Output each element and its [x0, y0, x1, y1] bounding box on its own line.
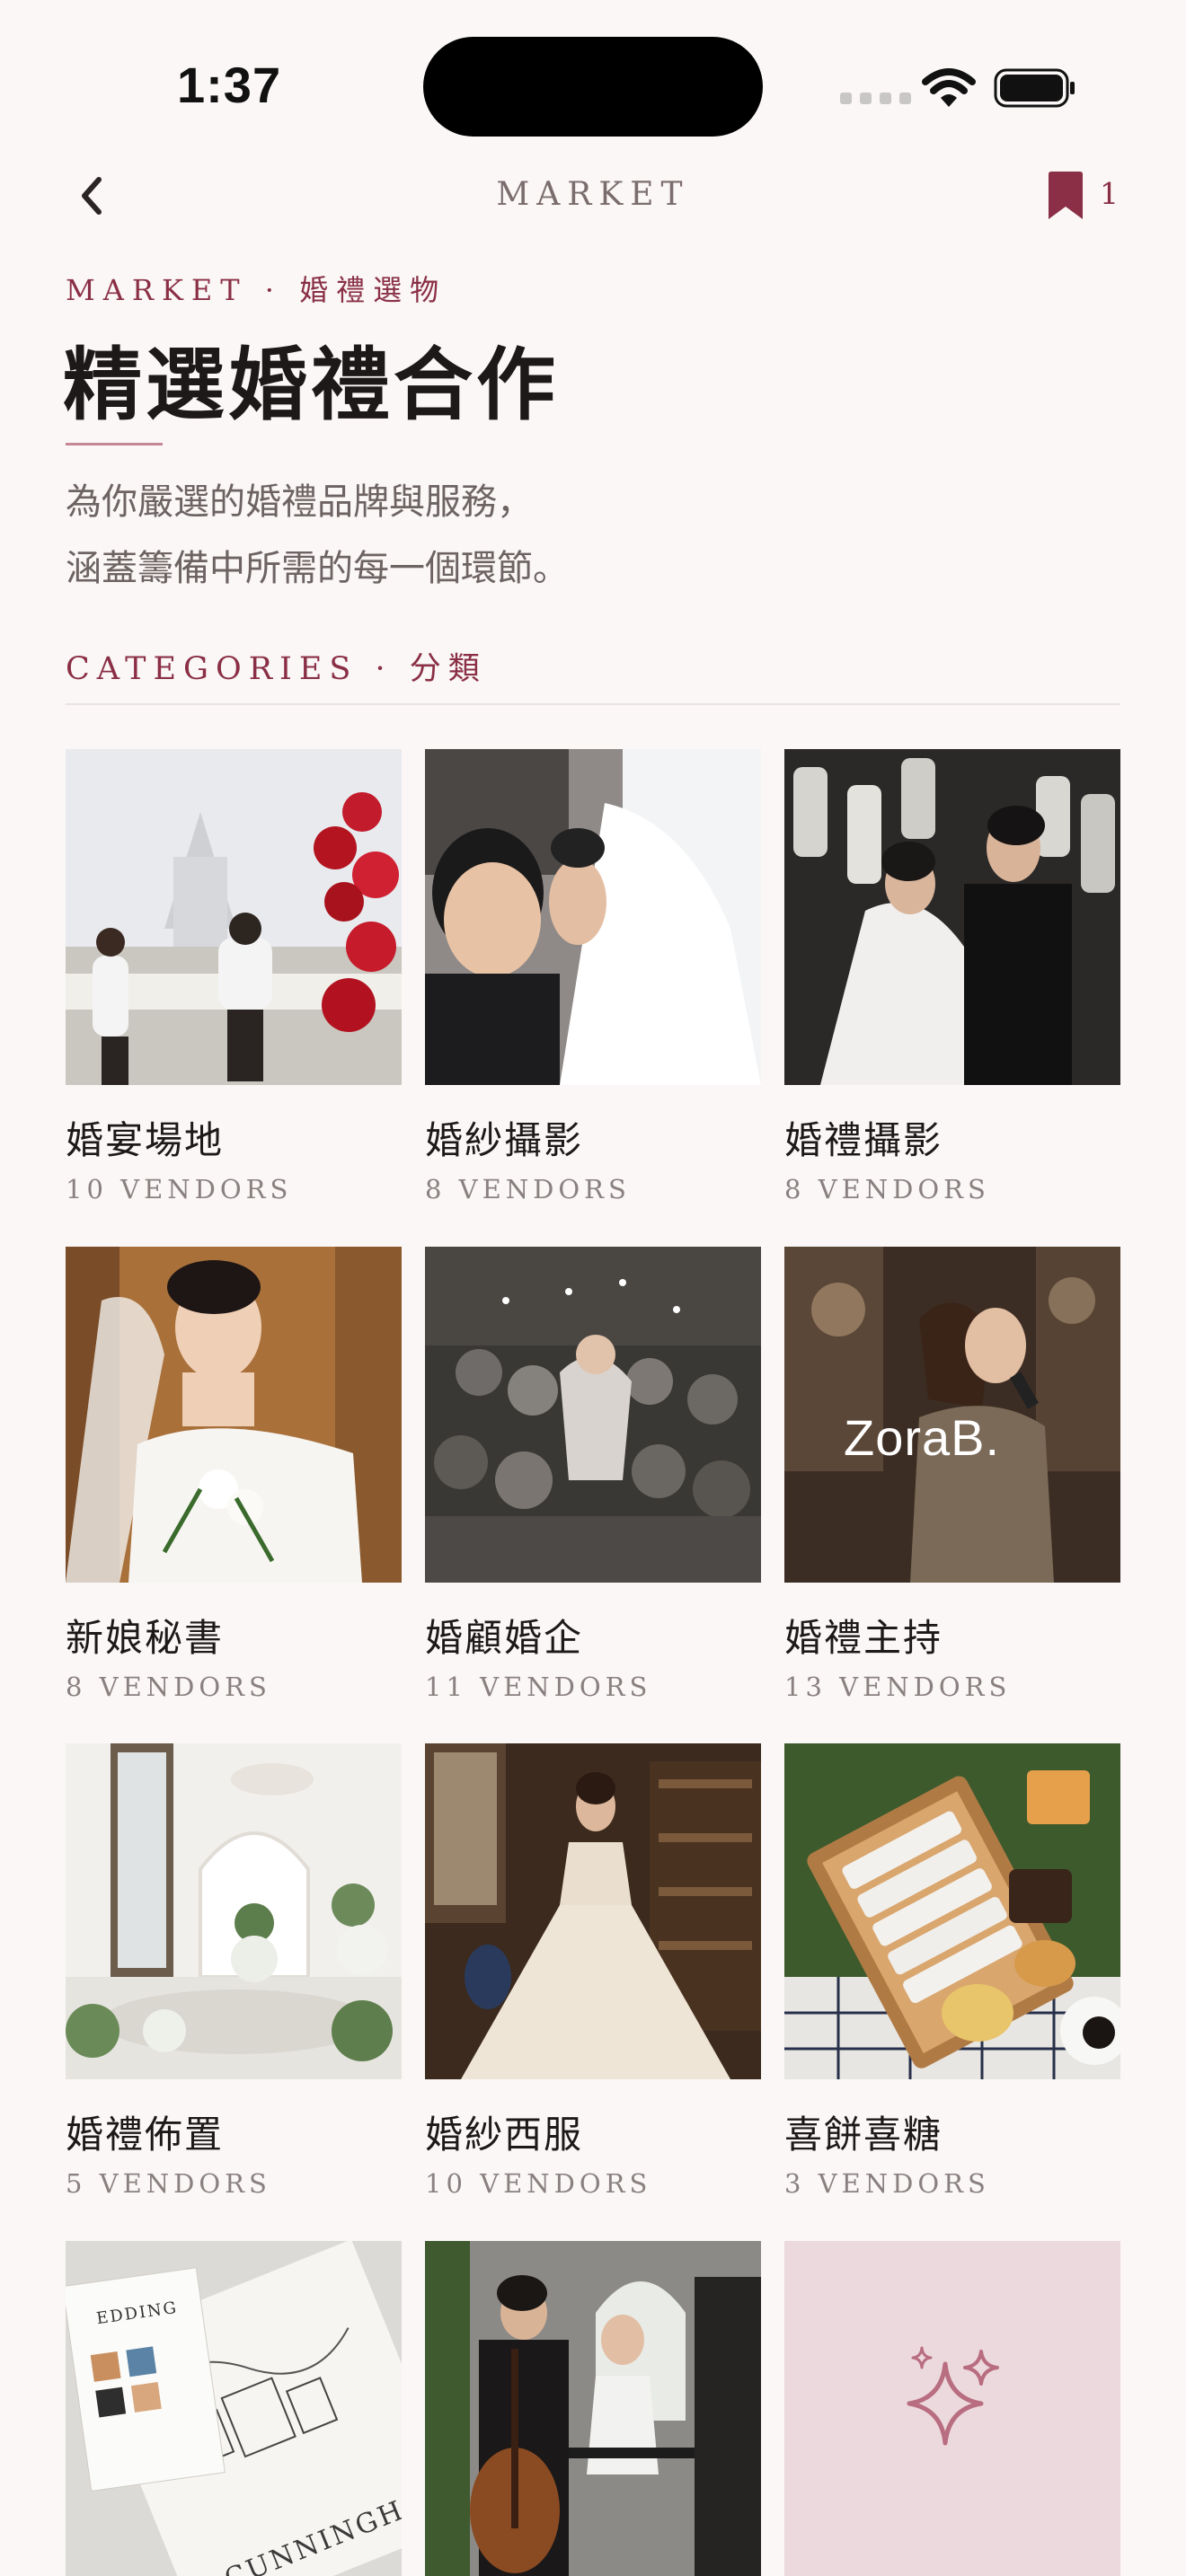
gowns-suits-photo: [425, 1743, 761, 2079]
vendor-count: 8 VENDORS: [784, 1174, 990, 1204]
intro-text: 為你嚴選的婚禮品牌與服務， 涵蓋籌備中所需的每一個環節。: [66, 469, 569, 602]
page-title: 精選婚禮合作: [63, 338, 560, 431]
banquet-venue-photo: [66, 749, 402, 1085]
eyebrow-label: MARKET · 婚禮選物: [66, 273, 447, 307]
dynamic-island: [423, 37, 763, 137]
vendor-count: 8 VENDORS: [66, 1672, 271, 1702]
vendor-count: 13 VENDORS: [784, 1672, 1012, 1702]
wedding-host-photo: ZoraB.: [784, 1247, 1120, 1583]
category-name: 喜餅喜糖: [784, 2113, 943, 2157]
nav-title: MARKET: [496, 176, 690, 213]
category-card-live-music[interactable]: [425, 2241, 761, 2576]
vendor-count: 5 VENDORS: [66, 2168, 271, 2199]
category-card-bridal-makeup[interactable]: 新娘秘書 8 VENDORS: [66, 1247, 402, 1702]
categories-divider: [66, 703, 1120, 705]
category-card-banquet-venue[interactable]: 婚宴場地 10 VENDORS: [66, 749, 402, 1204]
category-card-more[interactable]: [784, 2241, 1120, 2576]
category-card-invitations[interactable]: EDDING CUNNINGHA: [66, 2241, 402, 2576]
wedding-photography-photo: [784, 749, 1120, 1085]
status-time: 1:37: [177, 57, 282, 113]
invitations-photo: EDDING CUNNINGHA: [66, 2241, 402, 2576]
intro-line: 為你嚴選的婚禮品牌與服務，: [66, 481, 533, 523]
vendor-count: 8 VENDORS: [425, 1174, 631, 1204]
intro-line: 涵蓋籌備中所需的每一個環節。: [66, 548, 569, 589]
category-name: 婚禮佈置: [66, 2113, 225, 2157]
title-divider: [66, 443, 163, 446]
category-card-wedding-photography[interactable]: 婚禮攝影 8 VENDORS: [784, 749, 1120, 1204]
cellular-signal-icon: [840, 93, 911, 104]
vendor-count: 10 VENDORS: [66, 1174, 293, 1204]
category-card-wedding-host[interactable]: ZoraB. 婚禮主持 13 VENDORS: [784, 1247, 1120, 1702]
wifi-icon: [922, 68, 976, 107]
vendor-count: 10 VENDORS: [425, 2168, 652, 2199]
category-card-bridal-photography[interactable]: 婚紗攝影 8 VENDORS: [425, 749, 761, 1204]
market-screen: 1:37 MARKET 1 MARKET · 婚禮選物 精選婚禮合作 為你嚴選的…: [0, 0, 1186, 2576]
sparkle-icon: [907, 2346, 999, 2446]
category-card-wedding-cakes[interactable]: 喜餅喜糖 3 VENDORS: [784, 1743, 1120, 2199]
wedding-planner-photo: [425, 1247, 761, 1583]
category-card-gowns-suits[interactable]: 婚紗西服 10 VENDORS: [425, 1743, 761, 2199]
more-categories-placeholder: [784, 2241, 1120, 2576]
live-music-photo: [425, 2241, 761, 2576]
vendor-count: 3 VENDORS: [784, 2168, 990, 2199]
category-name: 婚宴場地: [66, 1118, 225, 1162]
vendor-count: 11 VENDORS: [425, 1672, 652, 1702]
host-logo-text: ZoraB.: [844, 1409, 1001, 1466]
category-name: 婚顧婚企: [425, 1616, 584, 1660]
bridal-makeup-photo: [66, 1247, 402, 1583]
wedding-cakes-photo: [784, 1743, 1120, 2079]
bridal-photography-photo: [425, 749, 761, 1085]
category-name: 婚紗攝影: [425, 1118, 584, 1162]
category-name: 婚禮攝影: [784, 1118, 943, 1162]
category-name: 新娘秘書: [66, 1616, 225, 1660]
category-name: 婚紗西服: [425, 2113, 584, 2157]
category-card-wedding-planner[interactable]: 婚顧婚企 11 VENDORS: [425, 1247, 761, 1702]
battery-icon: [994, 68, 1075, 108]
bookmark-icon[interactable]: [1045, 171, 1086, 221]
bookmark-count[interactable]: 1: [1100, 176, 1119, 211]
categories-heading: CATEGORIES · 分類: [66, 651, 487, 687]
wedding-decor-photo: [66, 1743, 402, 2079]
category-card-wedding-decor[interactable]: 婚禮佈置 5 VENDORS: [66, 1743, 402, 2199]
category-name: 婚禮主持: [784, 1616, 943, 1660]
